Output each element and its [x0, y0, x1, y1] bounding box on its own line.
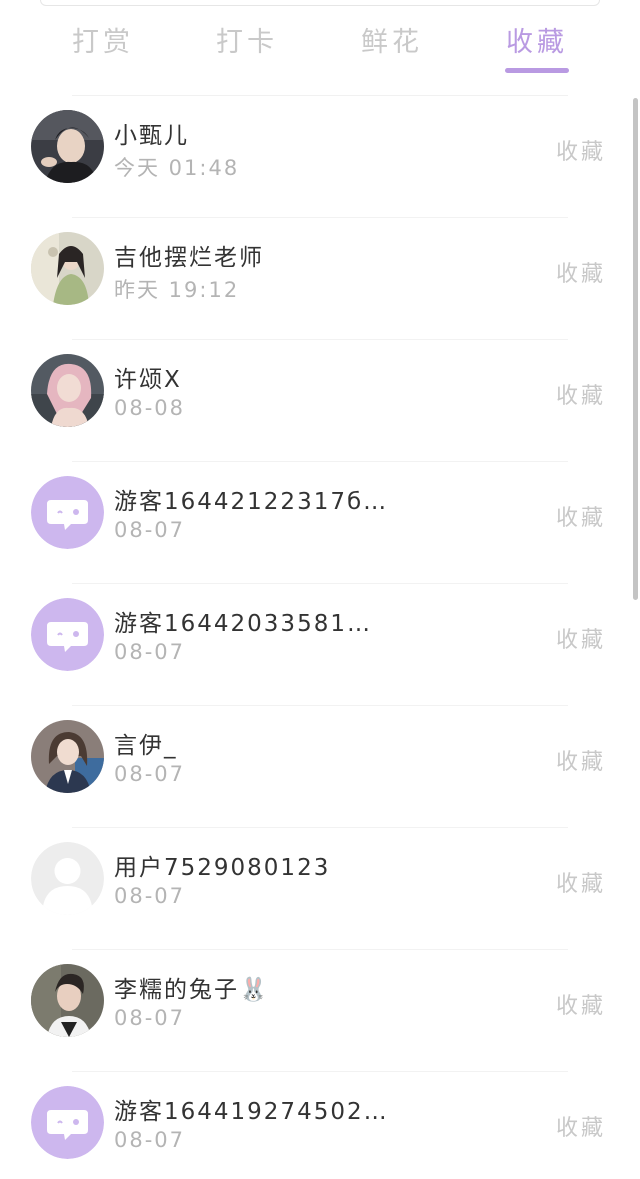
favorite-time: 08-07 [114, 1006, 186, 1030]
list-item[interactable]: 吉他摆烂老师昨天 19:12 收藏 [0, 218, 640, 340]
user-name[interactable]: 用户7529080123 [114, 848, 330, 882]
user-name[interactable]: 吉他摆烂老师 [114, 238, 264, 272]
favorites-page: 打赏 打卡 鲜花 收藏 小甄儿 今天 01:48 收藏 吉他摆烂老师 昨天 19:12 收… [0, 0, 640, 1179]
user-name[interactable]: 许颂X [114, 360, 182, 394]
favorite-time: 昨天 19:12 [114, 278, 240, 302]
favorite-time: 08-07 [114, 640, 186, 664]
user-name[interactable]: 小甄儿 [114, 116, 189, 150]
list-item[interactable]: 游客16442122317б… 08-07 收藏 [0, 462, 640, 584]
favorite-label[interactable]: 收藏 [556, 500, 606, 532]
favorite-label[interactable]: 收藏 [556, 1110, 606, 1142]
tab-flowers[interactable]: 鲜花 [332, 20, 452, 59]
user-name[interactable]: 游客16442033581… [114, 604, 372, 638]
user-name[interactable]: 言伊_ [114, 726, 178, 760]
favorite-label[interactable]: 收藏 [556, 622, 606, 654]
favorite-time: 08-07 [114, 518, 186, 542]
tab-favorites[interactable]: 收藏 [477, 20, 597, 59]
favorite-label[interactable]: 收藏 [556, 866, 606, 898]
avatar[interactable] [31, 232, 104, 305]
guest-chat-icon[interactable] [31, 476, 104, 549]
tab-reward[interactable]: 打赏 [43, 20, 163, 59]
tab-checkin[interactable]: 打卡 [187, 20, 307, 59]
list-item[interactable]: 李糯的兔子🐰 08-07 收藏 [0, 950, 640, 1072]
avatar[interactable] [31, 354, 104, 427]
avatar[interactable] [31, 110, 104, 183]
scrollbar[interactable] [633, 98, 638, 600]
favorite-label[interactable]: 收藏 [556, 256, 606, 288]
favorite-label[interactable]: 收藏 [556, 744, 606, 776]
favorite-label[interactable]: 收藏 [556, 988, 606, 1020]
user-name[interactable]: 游客164419274502… [114, 1092, 389, 1126]
favorites-list: 小甄儿 今天 01:48 收藏 吉他摆烂老师 昨天 19:12 收藏 许颂X 08-08 收藏游… [0, 96, 640, 1179]
user-name[interactable]: 李糯的兔子🐰 [114, 970, 270, 1004]
list-item[interactable]: 游客16442033581… 08-07 收藏 [0, 584, 640, 706]
guest-chat-icon[interactable] [31, 1086, 104, 1159]
favorite-time: 08-08 [114, 396, 186, 420]
tab-bar: 打赏 打卡 鲜花 收藏 [0, 0, 640, 92]
favorite-label[interactable]: 收藏 [556, 134, 606, 166]
favorite-time: 今天 01:48 [114, 156, 240, 180]
favorite-time: 08-07 [114, 884, 186, 908]
favorite-time: 08-07 [114, 1128, 186, 1152]
avatar[interactable] [31, 720, 104, 793]
active-tab-indicator [505, 68, 569, 73]
user-name[interactable]: 游客16442122317б… [114, 482, 388, 516]
favorite-label[interactable]: 收藏 [556, 378, 606, 410]
guest-chat-icon[interactable] [31, 598, 104, 671]
list-item[interactable]: 言伊_ 08-07 收藏 [0, 706, 640, 828]
avatar[interactable] [31, 964, 104, 1037]
list-item[interactable]: 游客164419274502… 08-07 收藏 [0, 1072, 640, 1179]
default-user-icon[interactable] [31, 842, 104, 915]
favorite-time: 08-07 [114, 762, 186, 786]
list-item[interactable]: 许颂X 08-08 收藏 [0, 340, 640, 462]
list-item[interactable]: 用户7529080123 08-07 收藏 [0, 828, 640, 950]
list-item[interactable]: 小甄儿今天 01:48 收藏 [0, 96, 640, 218]
